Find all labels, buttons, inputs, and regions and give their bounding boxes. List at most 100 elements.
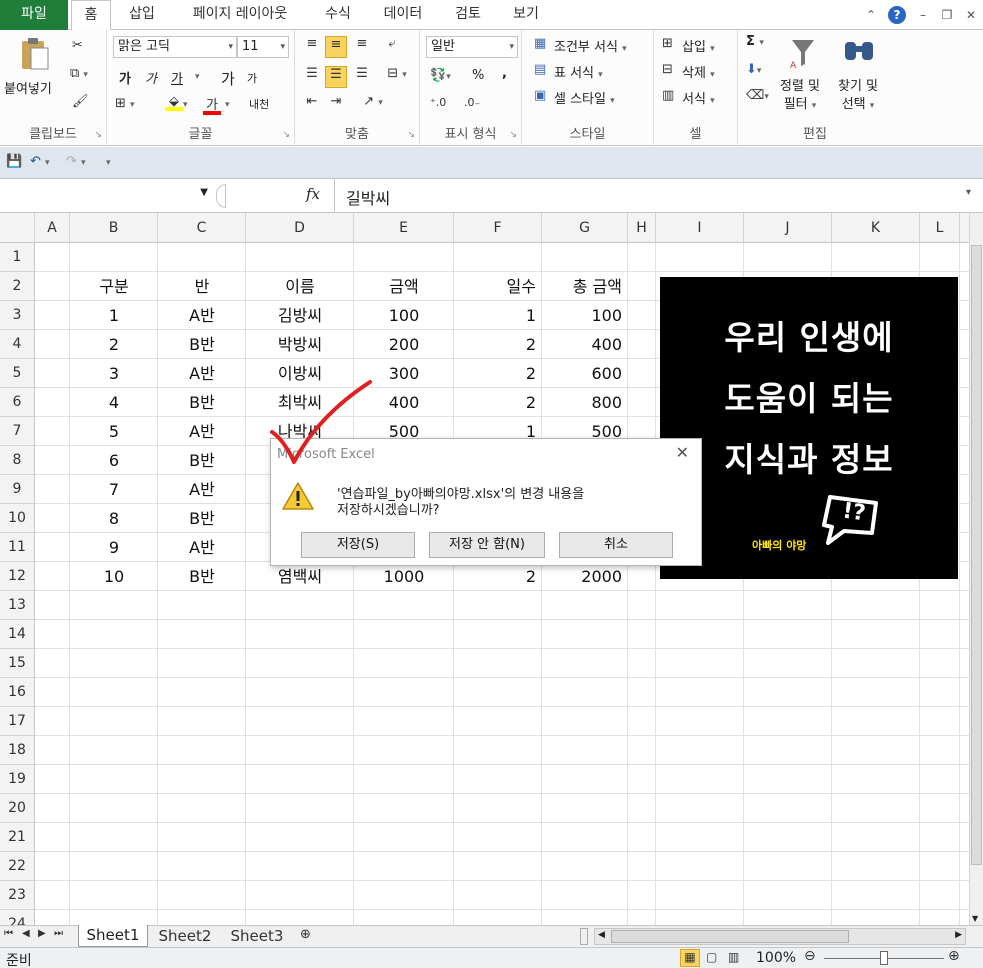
row-header-18[interactable]: 18 [0,736,35,765]
column-header-k[interactable]: K [832,213,920,243]
last-sheet-icon[interactable]: ⏭ [54,928,63,939]
cut-icon[interactable]: ✂ [72,38,83,53]
table-cell[interactable]: 2 [454,359,542,388]
table-header-cell[interactable]: 이름 [246,272,354,301]
sort-filter-button[interactable]: 정렬 및 필터 ▾ [780,78,820,115]
table-header-cell[interactable]: 금액 [354,272,454,301]
align-top-icon[interactable]: ≡ [301,36,323,58]
percent-button[interactable]: % [472,68,484,83]
wrap-text-icon[interactable]: ⤶ [381,36,403,58]
collapse-ribbon-icon[interactable]: ⌃ [862,6,880,24]
conditional-format-icon[interactable]: ▦ [534,36,546,51]
dont-save-button[interactable]: 저장 안 함(N) [429,532,545,558]
row-header-20[interactable]: 20 [0,794,35,823]
column-header-h[interactable]: H [628,213,656,243]
find-select-button[interactable]: 찾기 및 선택 ▾ [838,78,878,115]
table-header-cell[interactable]: 일수 [454,272,542,301]
table-cell[interactable]: B반 [158,330,246,359]
paste-icon[interactable] [18,36,52,72]
scroll-right-icon[interactable]: ▶ [955,930,962,940]
row-header-11[interactable]: 11 [0,533,35,562]
row-header-1[interactable]: 1 [0,243,35,272]
table-cell[interactable]: 2 [454,330,542,359]
row-header-8[interactable]: 8 [0,446,35,475]
tab-insert[interactable]: 삽입 [118,0,166,30]
table-cell[interactable]: 800 [542,388,628,417]
table-cell[interactable]: 9 [70,533,158,562]
decrease-indent-icon[interactable]: ⇤ [301,94,323,116]
cell-style-icon[interactable]: ▣ [534,88,546,103]
table-cell[interactable]: 2 [454,388,542,417]
sheet-tab-2[interactable]: Sheet2 [150,926,220,947]
font-name-select[interactable]: 맑은 고딕 ▾ [113,36,237,58]
next-sheet-icon[interactable]: ▶ [38,928,46,939]
clipboard-launcher-icon[interactable]: ↘ [94,130,102,140]
table-cell[interactable]: 2 [454,562,542,591]
row-header-3[interactable]: 3 [0,301,35,330]
table-cell[interactable]: 1 [70,301,158,330]
conditional-format-button[interactable]: 조건부 서식 ▾ [554,36,627,55]
align-bottom-icon[interactable]: ≡ [351,36,373,58]
normal-view-icon[interactable]: ▦ [680,949,700,967]
column-header-l[interactable]: L [920,213,960,243]
table-format-icon[interactable]: ▤ [534,62,546,77]
table-cell[interactable]: B반 [158,504,246,533]
column-header-g[interactable]: G [542,213,628,243]
font-launcher-icon[interactable]: ↘ [282,130,290,140]
table-cell[interactable]: 6 [70,446,158,475]
scroll-left-icon[interactable]: ◀ [598,930,605,940]
table-cell[interactable]: 3 [70,359,158,388]
undo-icon[interactable]: ↶ ▾ [30,154,50,169]
table-cell[interactable]: 100 [354,301,454,330]
cancel-button[interactable]: 취소 [559,532,673,558]
table-cell[interactable]: 100 [542,301,628,330]
row-header-17[interactable]: 17 [0,707,35,736]
column-header-e[interactable]: E [354,213,454,243]
table-cell[interactable]: 1 [454,301,542,330]
tab-split-handle[interactable] [580,928,588,945]
zoom-out-icon[interactable]: ⊖ [804,948,816,964]
table-header-cell[interactable]: 총 금액 [542,272,628,301]
font-size-select[interactable]: 11 ▾ [237,36,289,58]
vertical-scroll-thumb[interactable] [971,245,982,865]
tab-page-layout[interactable]: 페이지 레이아웃 [176,0,304,30]
alignment-launcher-icon[interactable]: ↘ [407,130,415,140]
currency-icon[interactable]: 💱▾ [430,68,451,83]
zoom-slider-thumb[interactable] [880,951,888,965]
column-header-i[interactable]: I [656,213,744,243]
row-header-22[interactable]: 22 [0,852,35,881]
find-select-icon[interactable] [842,36,876,72]
table-format-button[interactable]: 표 서식 ▾ [554,62,603,81]
merge-center-icon[interactable]: ⊟ ▾ [381,66,413,88]
first-sheet-icon[interactable]: ⏮ [4,928,13,939]
delete-cells-icon[interactable]: ⊟ [662,62,673,77]
table-cell[interactable]: 박방씨 [246,330,354,359]
row-header-6[interactable]: 6 [0,388,35,417]
restore-icon[interactable]: ❐ [938,6,956,24]
row-header-10[interactable]: 10 [0,504,35,533]
row-header-19[interactable]: 19 [0,765,35,794]
table-cell[interactable]: 1000 [354,562,454,591]
font-color-icon[interactable]: 가 [203,94,221,115]
table-cell[interactable]: 200 [354,330,454,359]
table-header-cell[interactable]: 구분 [70,272,158,301]
align-center-icon[interactable]: ☰ [325,66,347,88]
column-header-b[interactable]: B [70,213,158,243]
tab-data[interactable]: 데이터 [372,0,434,30]
number-format-select[interactable]: 일반 ▾ [426,36,518,58]
table-cell[interactable]: 4 [70,388,158,417]
table-cell[interactable]: 2000 [542,562,628,591]
table-cell[interactable]: 7 [70,475,158,504]
row-header-2[interactable]: 2 [0,272,35,301]
column-header-c[interactable]: C [158,213,246,243]
tab-home[interactable]: 홈 [71,0,111,31]
row-header-21[interactable]: 21 [0,823,35,852]
close-icon[interactable]: ✕ [962,6,980,24]
horizontal-scrollbar[interactable]: ◀ ▶ [594,928,966,945]
name-box-dropdown-icon[interactable]: ▼ [200,187,208,198]
prev-sheet-icon[interactable]: ◀ [22,928,30,939]
row-header-14[interactable]: 14 [0,620,35,649]
table-cell[interactable]: 5 [70,417,158,446]
cell-style-button[interactable]: 셀 스타일 ▾ [554,88,615,107]
minimize-icon[interactable]: – [914,6,932,24]
